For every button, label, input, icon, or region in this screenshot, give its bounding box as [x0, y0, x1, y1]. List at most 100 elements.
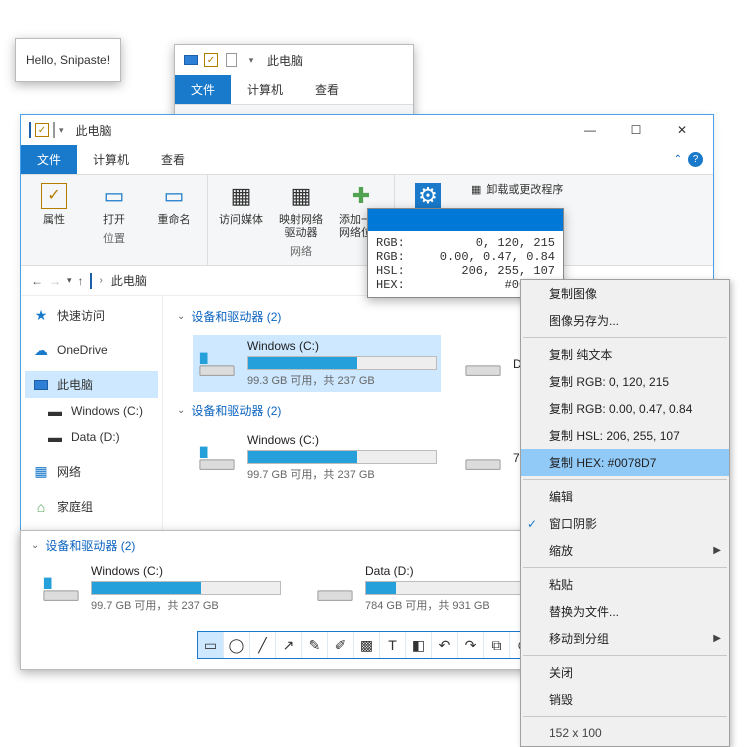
- tool-ellipse[interactable]: ◯: [224, 632, 250, 658]
- close-button[interactable]: ✕: [659, 115, 705, 145]
- window-title: 此电脑: [76, 122, 112, 139]
- ribbon-group-network-label: 网络: [290, 243, 312, 259]
- ribbon-rename[interactable]: ▭重命名: [151, 181, 197, 227]
- homegroup-icon: ⌂: [33, 499, 49, 515]
- drive-card-c[interactable]: Windows (C:) 99.7 GB 可用，共 237 GB: [37, 560, 293, 617]
- small-tab-file[interactable]: 文件: [175, 75, 231, 104]
- ctx-copy-rgb-float[interactable]: 复制 RGB: 0.00, 0.47, 0.84: [521, 395, 729, 422]
- ctx-save-image[interactable]: 图像另存为...: [521, 307, 729, 334]
- maximize-button[interactable]: ☐: [613, 115, 659, 145]
- chevron-right-icon: ▶: [713, 633, 721, 644]
- small-titlebar: ✓ ▾ 此电脑: [175, 45, 413, 75]
- sidebar-thispc[interactable]: 此电脑: [25, 371, 158, 398]
- ribbon-open[interactable]: ▭打开: [91, 181, 137, 227]
- drive-card-c2[interactable]: Windows (C:) 99.7 GB 可用，共 237 GB: [193, 429, 441, 486]
- gear-icon: ⚙: [413, 181, 443, 211]
- context-menu: 复制图像 图像另存为... 复制 纯文本 复制 RGB: 0, 120, 215…: [520, 279, 730, 747]
- nav-forward-icon[interactable]: →: [49, 274, 61, 288]
- drive-icon: [197, 344, 237, 384]
- ctx-copy-text[interactable]: 复制 纯文本: [521, 341, 729, 368]
- minimize-button[interactable]: —: [567, 115, 613, 145]
- monitor-icon: [29, 123, 31, 137]
- tool-mosaic[interactable]: ▩: [354, 632, 380, 658]
- tab-file[interactable]: 文件: [21, 145, 77, 174]
- drive-icon: [463, 438, 503, 478]
- ctx-paste[interactable]: 粘贴: [521, 571, 729, 598]
- checkbox-icon: ✓: [203, 52, 219, 68]
- ctx-copy-hex[interactable]: 复制 HEX: #0078D7: [521, 449, 729, 476]
- monitor-icon: [183, 52, 199, 68]
- sidebar-quick-access[interactable]: ★快速访问: [25, 302, 158, 329]
- map-drive-icon: ▦: [286, 181, 316, 211]
- tool-redo[interactable]: ↷: [458, 632, 484, 658]
- ctx-copy-rgb-int[interactable]: 复制 RGB: 0, 120, 215: [521, 368, 729, 395]
- small-tab-view[interactable]: 查看: [299, 75, 355, 104]
- checkbox-icon: ✓: [35, 123, 49, 137]
- tool-eraser[interactable]: ◧: [406, 632, 432, 658]
- sidebar-homegroup[interactable]: ⌂家庭组: [25, 493, 158, 520]
- sidebar-onedrive[interactable]: ☁OneDrive: [25, 337, 158, 363]
- drive-icon: ▬: [47, 429, 63, 445]
- dropdown-icon: ▾: [59, 125, 64, 136]
- tab-view[interactable]: 查看: [145, 145, 201, 174]
- document-icon: [223, 52, 239, 68]
- ctx-zoom[interactable]: 缩放▶: [521, 537, 729, 564]
- ribbon-group-location-label: 位置: [103, 230, 125, 246]
- small-title-text: 此电脑: [267, 52, 303, 69]
- sidebar: ★快速访问 ☁OneDrive 此电脑 ▬Windows (C:) ▬Data …: [21, 296, 163, 556]
- ribbon-map-drive[interactable]: ▦映射网络 驱动器: [278, 181, 324, 240]
- nav-back-icon[interactable]: ←: [31, 274, 43, 288]
- tool-rectangle[interactable]: ▭: [198, 632, 224, 658]
- drive-icon: [463, 344, 503, 384]
- drive-icon: [197, 438, 237, 478]
- ctx-edit[interactable]: 编辑: [521, 483, 729, 510]
- ctx-shadow[interactable]: ✓窗口阴影: [521, 510, 729, 537]
- tool-arrow[interactable]: ↗: [276, 632, 302, 658]
- ctx-copy-hsl[interactable]: 复制 HSL: 206, 255, 107: [521, 422, 729, 449]
- small-tabs: 文件 计算机 查看: [175, 75, 413, 105]
- tool-undo[interactable]: ↶: [432, 632, 458, 658]
- small-tab-computer[interactable]: 计算机: [231, 75, 299, 104]
- open-icon: ▭: [99, 181, 129, 211]
- media-icon: ▦: [226, 181, 256, 211]
- ctx-close[interactable]: 关闭: [521, 659, 729, 686]
- tool-line[interactable]: ╱: [250, 632, 276, 658]
- drive-card-c[interactable]: Windows (C:) 99.3 GB 可用，共 237 GB: [193, 335, 441, 392]
- drive-icon: [41, 569, 81, 609]
- breadcrumb-text[interactable]: 此电脑: [111, 272, 147, 289]
- network-icon: ▦: [33, 464, 49, 480]
- ctx-dimensions: 152 x 100: [521, 720, 729, 746]
- tool-pencil[interactable]: ✎: [302, 632, 328, 658]
- ribbon-uninstall[interactable]: ▦卸载或更改程序: [471, 181, 563, 197]
- uninstall-icon: ▦: [471, 183, 481, 196]
- tool-text[interactable]: T: [380, 632, 406, 658]
- tool-marker[interactable]: ✐: [328, 632, 354, 658]
- drive-icon: [315, 569, 355, 609]
- chevron-down-icon: ⌄: [177, 405, 185, 416]
- ribbon-access-media[interactable]: ▦访问媒体: [218, 181, 264, 240]
- ribbon-group-location: ✓属性 ▭打开 ▭重命名 位置: [21, 175, 208, 265]
- ribbon-collapse-icon[interactable]: ⌃: [674, 154, 682, 165]
- ribbon-properties[interactable]: ✓属性: [31, 181, 77, 227]
- tab-computer[interactable]: 计算机: [77, 145, 145, 174]
- cloud-icon: ☁: [33, 342, 49, 358]
- clip-hello: Hello, Snipaste!: [15, 38, 121, 82]
- chevron-down-icon: ⌄: [177, 311, 185, 322]
- check-icon: ✓: [527, 517, 537, 531]
- nav-history-icon[interactable]: ▾: [67, 275, 72, 286]
- ribbon-tabs: 文件 计算机 查看 ⌃ ?: [21, 145, 713, 175]
- ctx-replace[interactable]: 替换为文件...: [521, 598, 729, 625]
- add-location-icon: ✚: [346, 181, 376, 211]
- ctx-move-group[interactable]: 移动到分组▶: [521, 625, 729, 652]
- sidebar-win-c[interactable]: ▬Windows (C:): [25, 398, 158, 424]
- tool-copy[interactable]: ⧉: [484, 632, 510, 658]
- help-icon[interactable]: ?: [688, 152, 703, 167]
- titlebar: ✓ ▾ 此电脑 — ☐ ✕: [21, 115, 713, 145]
- properties-icon: ✓: [39, 181, 69, 211]
- nav-up-icon[interactable]: ↑: [78, 274, 84, 288]
- ctx-copy-image[interactable]: 复制图像: [521, 280, 729, 307]
- sidebar-network[interactable]: ▦网络: [25, 458, 158, 485]
- sidebar-data-d[interactable]: ▬Data (D:): [25, 424, 158, 450]
- drive-icon: ▬: [47, 403, 63, 419]
- ctx-destroy[interactable]: 销毁: [521, 686, 729, 713]
